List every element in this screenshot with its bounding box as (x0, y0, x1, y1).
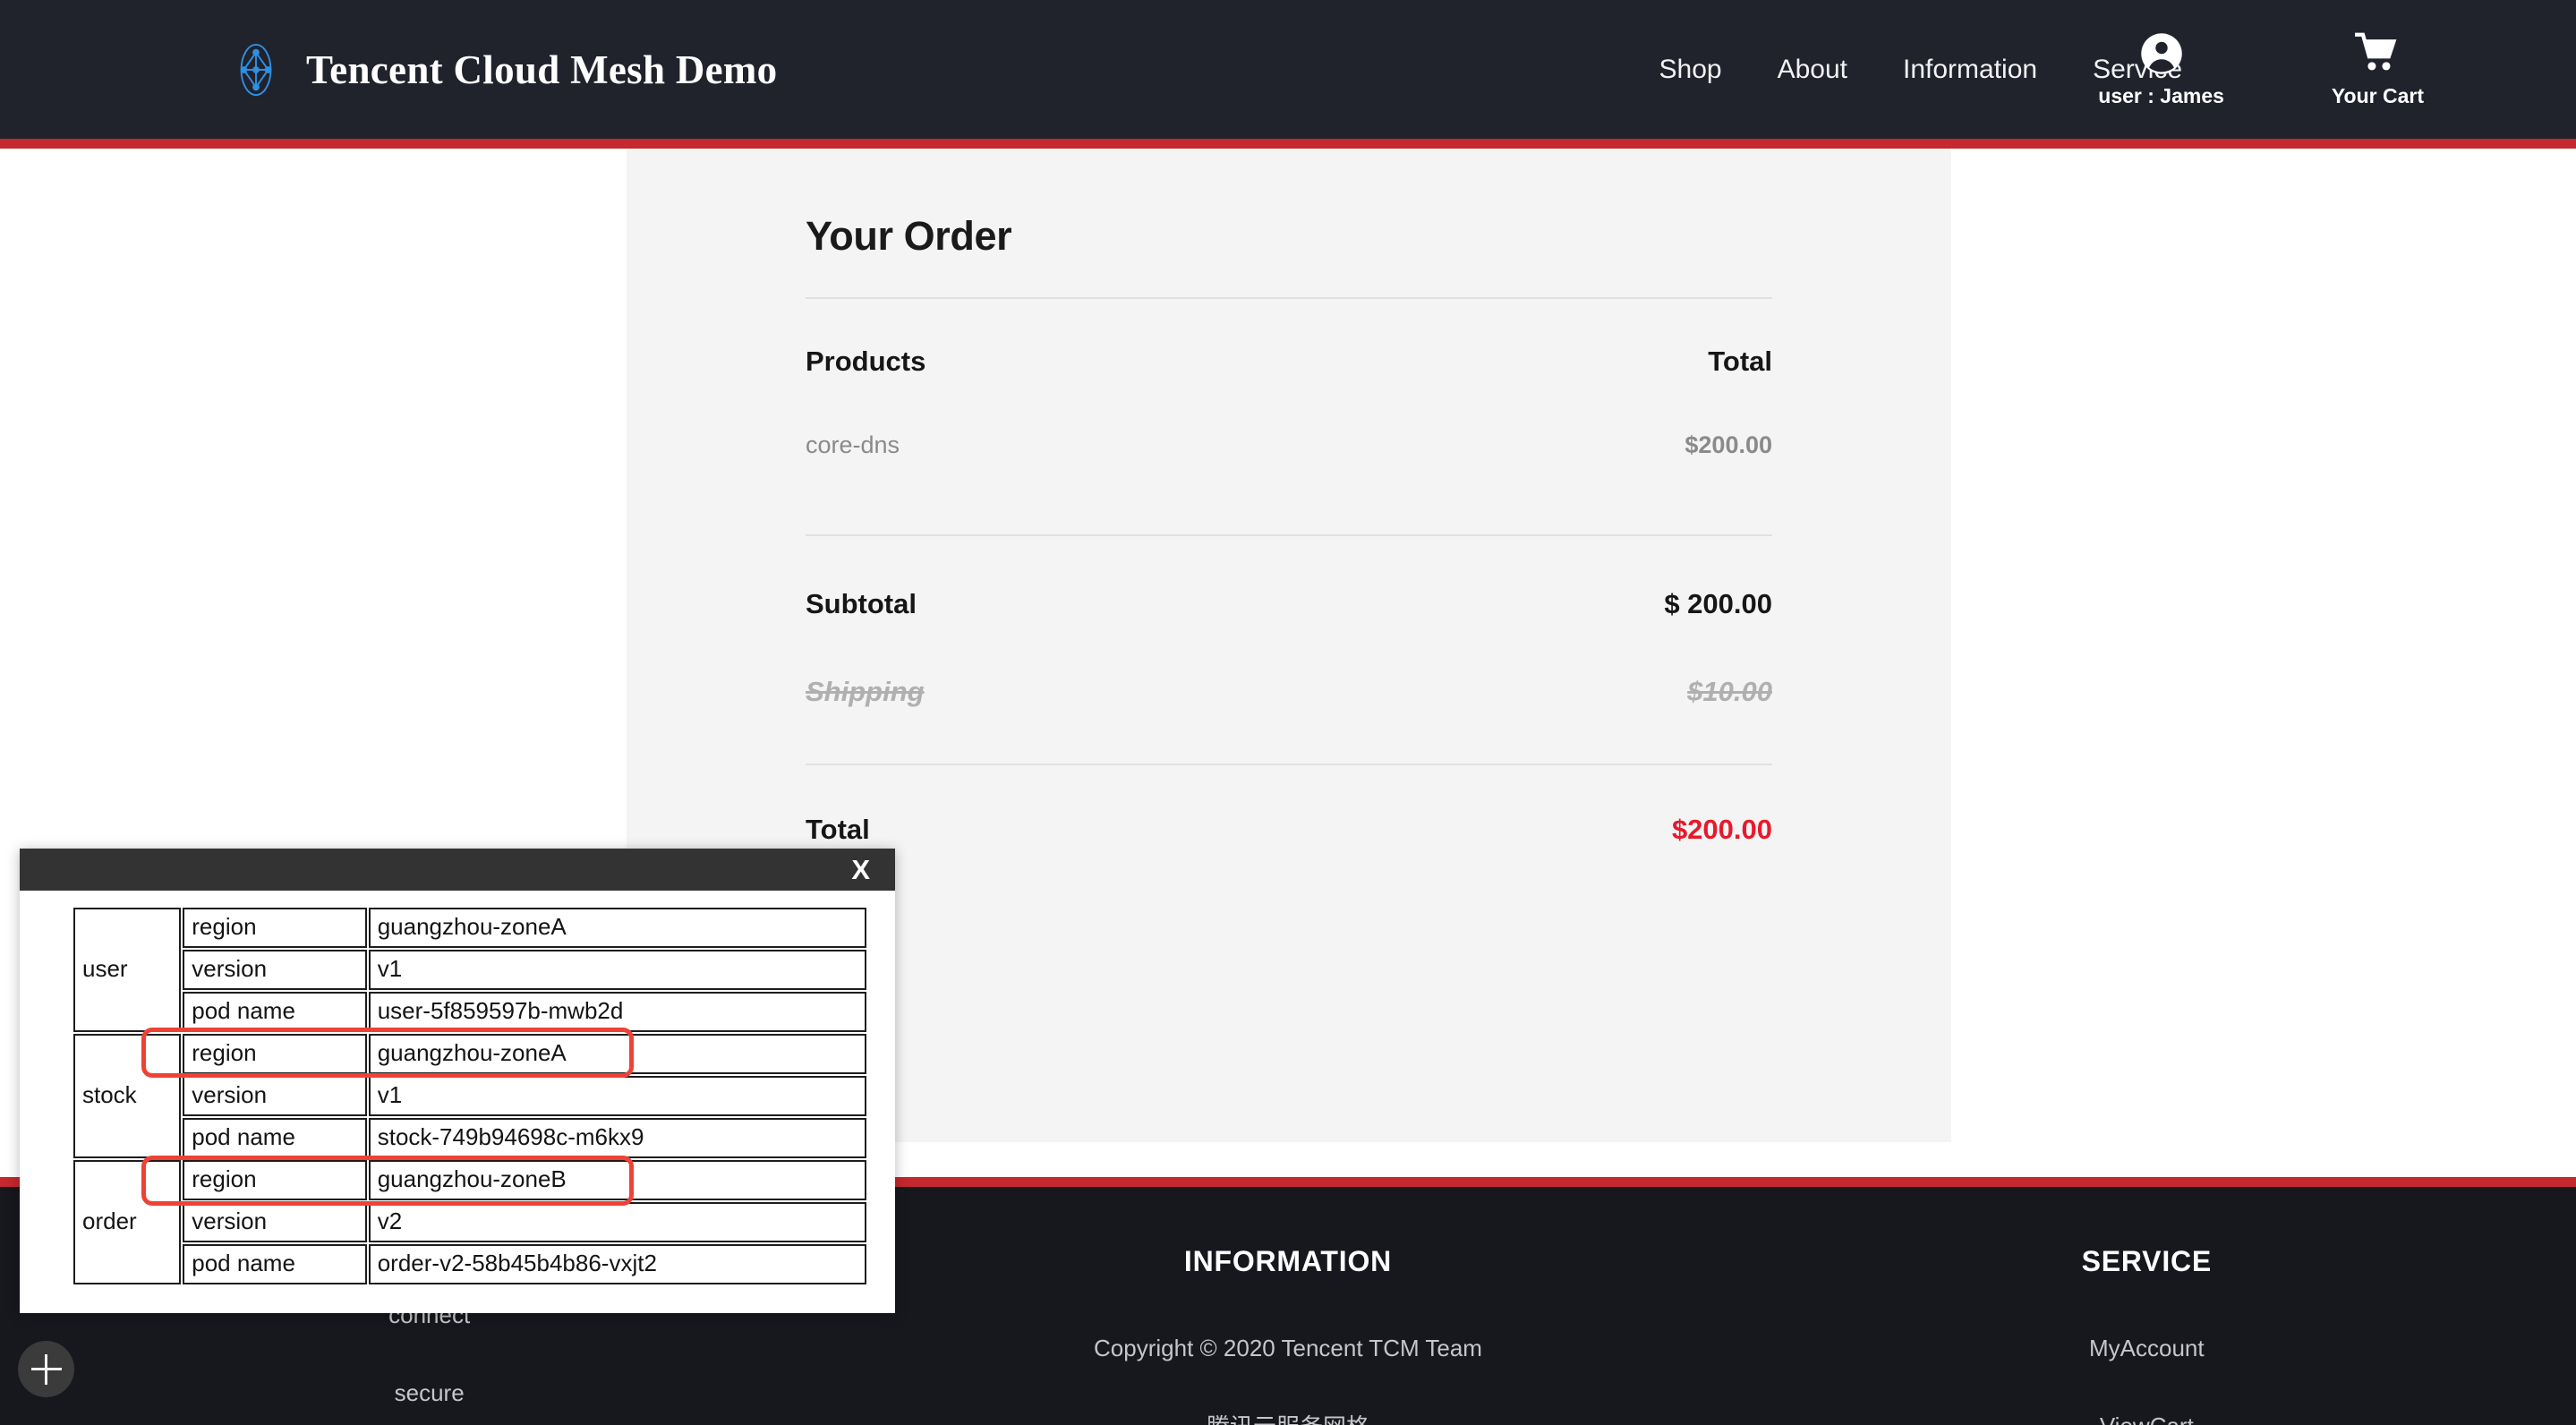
footer-link-secure[interactable]: secure (0, 1379, 858, 1407)
footer-link-myaccount[interactable]: MyAccount (1718, 1335, 2576, 1362)
order-line-item: core-dns $200.00 (806, 431, 1772, 459)
user-account-label: user : James (2098, 84, 2224, 107)
divider-above-total (806, 764, 1772, 765)
table-row: pod name order-v2-58b45b4b86-vxjt2 (73, 1244, 866, 1284)
row-key: version (183, 1202, 367, 1242)
brand[interactable]: Tencent Cloud Mesh Demo (228, 42, 778, 98)
row-key: region (183, 1160, 367, 1200)
site-header: Tencent Cloud Mesh Demo Shop About Infor… (0, 0, 2576, 139)
footer-link-viewcart[interactable]: ViewCart (1718, 1412, 2576, 1425)
grand-total-label: Total (806, 814, 870, 845)
order-card-inner: Your Order Products Total core-dns $200.… (806, 149, 1772, 846)
mesh-debug-panel-body: user region guangzhou-zoneA version v1 p… (20, 891, 895, 1313)
mesh-service-table: user region guangzhou-zoneA version v1 p… (72, 906, 868, 1286)
table-row: pod name user-5f859597b-mwb2d (73, 992, 866, 1032)
mesh-debug-panel-titlebar: X (20, 849, 895, 891)
table-row: user region guangzhou-zoneA (73, 908, 866, 1032)
service-name-order: order (73, 1160, 182, 1284)
table-row: stock region guangzhou-zoneA (73, 1034, 866, 1158)
table-row: version v1 (73, 1076, 866, 1116)
shipping-value: $10.00 (1687, 676, 1772, 707)
row-value: user-5f859597b-mwb2d (368, 992, 866, 1032)
row-value: stock-749b94698c-m6kx9 (368, 1118, 866, 1158)
row-key: region (183, 1034, 367, 1074)
row-value: guangzhou-zoneA (368, 908, 866, 948)
page-title: Your Order (806, 213, 1012, 259)
service-name-user: user (73, 908, 182, 1032)
footer-chinese-text: 腾讯云服务网格 (858, 1409, 1717, 1425)
plus-icon (30, 1353, 62, 1385)
table-row: order region guangzhou-zoneB (73, 1160, 866, 1284)
row-key: pod name (183, 1118, 367, 1158)
order-table-header: Products Total (806, 346, 1772, 378)
table-row: version v2 (73, 1202, 866, 1242)
row-value: guangzhou-zoneA (368, 1034, 866, 1074)
nav-link-about[interactable]: About (1778, 55, 1847, 85)
row-key: region (183, 908, 367, 948)
grand-total-value: $200.00 (1671, 814, 1772, 845)
add-button[interactable] (18, 1341, 74, 1397)
row-key: pod name (183, 1244, 367, 1284)
row-value: v2 (368, 1202, 866, 1242)
order-item-total: $200.00 (1685, 431, 1772, 458)
nav-link-information[interactable]: Information (1903, 55, 2037, 85)
table-row: pod name stock-749b94698c-m6kx9 (73, 1118, 866, 1158)
nav-link-shop[interactable]: Shop (1659, 55, 1722, 85)
grand-total-row: Total $200.00 (806, 814, 1772, 846)
header-accent-rule (0, 139, 2576, 149)
order-item-name: core-dns (806, 431, 900, 458)
your-cart-button[interactable]: Your Cart (2332, 30, 2424, 108)
subtotal-row: Subtotal $ 200.00 (806, 588, 1772, 620)
footer-heading-service: SERVICE (2081, 1245, 2213, 1277)
header-right-group: user : James Your Cart (2098, 0, 2424, 139)
row-value: v1 (368, 950, 866, 990)
footer-heading-information: INFORMATION (1183, 1245, 1393, 1277)
user-account-icon (2138, 30, 2185, 77)
row-value: guangzhou-zoneB (368, 1160, 866, 1200)
footer-links-connect: connect secure (0, 1301, 858, 1407)
shipping-label: Shipping (806, 676, 925, 707)
page-root: Tencent Cloud Mesh Demo Shop About Infor… (0, 0, 2576, 1425)
service-name-stock: stock (73, 1034, 182, 1158)
brand-title: Tencent Cloud Mesh Demo (306, 47, 778, 92)
row-value: v1 (368, 1076, 866, 1116)
footer-column-information: INFORMATION Copyright © 2020 Tencent TCM… (858, 1245, 1717, 1425)
mesh-network-logo-icon (228, 42, 284, 98)
footer-links-service: MyAccount ViewCart (1718, 1335, 2576, 1425)
footer-column-service: SERVICE MyAccount ViewCart (1718, 1245, 2576, 1425)
mesh-debug-panel: X user region guangzhou-zoneA version v1 (20, 849, 895, 1313)
column-header-products: Products (806, 346, 926, 377)
footer-links-information: Copyright © 2020 Tencent TCM Team 腾讯云服务网… (858, 1335, 1717, 1425)
your-cart-label: Your Cart (2331, 84, 2424, 107)
user-account-button[interactable]: user : James (2098, 30, 2224, 108)
row-value: order-v2-58b45b4b86-vxjt2 (368, 1244, 866, 1284)
row-key: version (183, 1076, 367, 1116)
row-key: version (183, 950, 367, 990)
shipping-row: Shipping $10.00 (806, 676, 1772, 708)
divider-under-title (806, 297, 1772, 299)
footer-copyright-text: Copyright © 2020 Tencent TCM Team (1094, 1335, 1482, 1361)
close-icon[interactable]: X (851, 856, 870, 883)
column-header-total: Total (1708, 346, 1772, 377)
subtotal-value: $ 200.00 (1664, 588, 1772, 619)
subtotal-label: Subtotal (806, 588, 917, 619)
shopping-cart-icon (2354, 30, 2401, 77)
divider-under-items (806, 534, 1772, 536)
table-row: version v1 (73, 950, 866, 990)
row-key: pod name (183, 992, 367, 1032)
